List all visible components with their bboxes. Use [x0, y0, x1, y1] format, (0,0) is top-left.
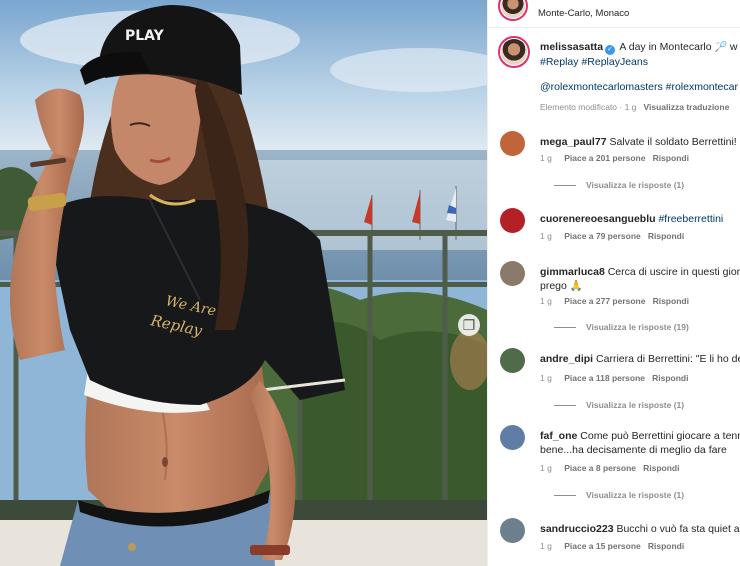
comment-text: Cerca di uscire in questi gior — [607, 266, 740, 278]
comment-likes[interactable]: Piace a 15 persone — [564, 541, 641, 551]
comment-likes[interactable]: Piace a 118 persone — [564, 373, 645, 383]
view-replies-button[interactable]: Visualizza le risposte (19) — [554, 322, 689, 332]
stack-icon: ❐ — [462, 316, 476, 333]
cap-logo: PLAY — [125, 28, 165, 44]
comment-text: Salvate il soldato Berrettini! — [609, 136, 737, 148]
post-side-panel: Monte-Carlo, Monaco melissasatta ✓ A day … — [487, 0, 740, 566]
comment-avatar[interactable] — [500, 131, 525, 156]
comment-likes[interactable]: Piace a 277 persone — [564, 296, 645, 306]
comment-time: 1 g — [540, 296, 552, 306]
reply-button[interactable]: Rispondi — [653, 153, 689, 163]
comment-username[interactable]: andre_dipi — [540, 353, 593, 365]
post-header: Monte-Carlo, Monaco — [498, 0, 629, 21]
caption-mentions[interactable]: @rolexmontecarlomasters #rolexmontecar — [540, 80, 740, 95]
view-replies-button[interactable]: Visualizza le risposte (1) — [554, 400, 684, 410]
comment-text[interactable]: #freeberrettini — [658, 213, 723, 225]
comment-username[interactable]: faf_one — [540, 430, 577, 442]
reply-button[interactable]: Rispondi — [653, 296, 689, 306]
verified-badge-icon: ✓ — [605, 45, 616, 55]
comment-text: Bucchi o vuò fa sta quiet a — [616, 523, 740, 535]
view-replies-label: Visualizza le risposte (19) — [586, 322, 689, 332]
view-replies-label: Visualizza le risposte (1) — [586, 490, 685, 500]
carousel-next-button[interactable]: ❐ — [458, 314, 480, 336]
comment-avatar[interactable] — [500, 261, 525, 286]
photo-illustration: We Are Replay PLAY — [0, 0, 487, 566]
comment-text: Come può Berrettini giocare a tenn — [580, 430, 740, 442]
comment-username[interactable]: sandruccio223 — [540, 523, 614, 535]
header-avatar[interactable] — [498, 0, 528, 21]
view-replies-label: Visualizza le risposte (1) — [586, 400, 685, 410]
comment-likes[interactable]: Piace a 79 persone — [564, 231, 641, 241]
reply-button[interactable]: Rispondi — [648, 231, 684, 241]
header-divider — [488, 27, 740, 28]
reply-button[interactable]: Rispondi — [652, 373, 688, 383]
see-translation-link[interactable]: Visualizza traduzione — [643, 102, 729, 112]
post-photo[interactable]: We Are Replay PLAY ❐ — [0, 0, 487, 566]
praying-hands-icon: 🙏 — [569, 280, 583, 292]
caption-text: A day in Montecarlo — [619, 41, 712, 53]
view-replies-button[interactable]: Visualizza le risposte (1) — [554, 180, 684, 190]
caption-edited-meta: Elemento modificato · 1 g — [540, 102, 637, 112]
comment-time: 1 g — [540, 541, 552, 551]
caption-text-tail: w — [729, 41, 738, 53]
comment-time: 1 g — [540, 231, 552, 241]
comment-likes[interactable]: Piace a 201 persone — [564, 153, 645, 163]
comment-username[interactable]: mega_paul77 — [540, 136, 607, 148]
comment-likes[interactable]: Piace a 8 persone — [564, 463, 636, 473]
caption-username[interactable]: melissasatta — [540, 41, 603, 53]
view-replies-label: Visualizza le risposte (1) — [586, 180, 685, 190]
comment-time: 1 g — [540, 463, 552, 473]
location-link[interactable]: Monte-Carlo, Monaco — [538, 8, 629, 19]
comment-time: 1 g — [540, 373, 552, 383]
comment-avatar[interactable] — [500, 425, 525, 450]
view-replies-button[interactable]: Visualizza le risposte (1) — [554, 490, 684, 500]
comment-username[interactable]: gimmarluca8 — [540, 266, 605, 278]
comment-avatar[interactable] — [500, 518, 525, 543]
comment-text-line2: bene...ha decisamente di meglio da fare — [540, 444, 727, 456]
reply-button[interactable]: Rispondi — [648, 541, 684, 551]
comment-avatar[interactable] — [500, 348, 525, 373]
comment-time: 1 g — [540, 153, 552, 163]
caption-hashtags[interactable]: #Replay #ReplayJeans — [540, 55, 740, 70]
tennis-racket-icon: 🏸 — [714, 42, 727, 53]
comment-username[interactable]: cuorenereoesangueblu — [540, 213, 656, 225]
comment-avatar[interactable] — [500, 208, 525, 233]
comment-text: Carriera di Berrettini: "E li ho de — [596, 353, 740, 365]
caption-avatar[interactable] — [498, 36, 530, 68]
reply-button[interactable]: Rispondi — [643, 463, 679, 473]
comment-text-line2: prego — [540, 280, 567, 292]
